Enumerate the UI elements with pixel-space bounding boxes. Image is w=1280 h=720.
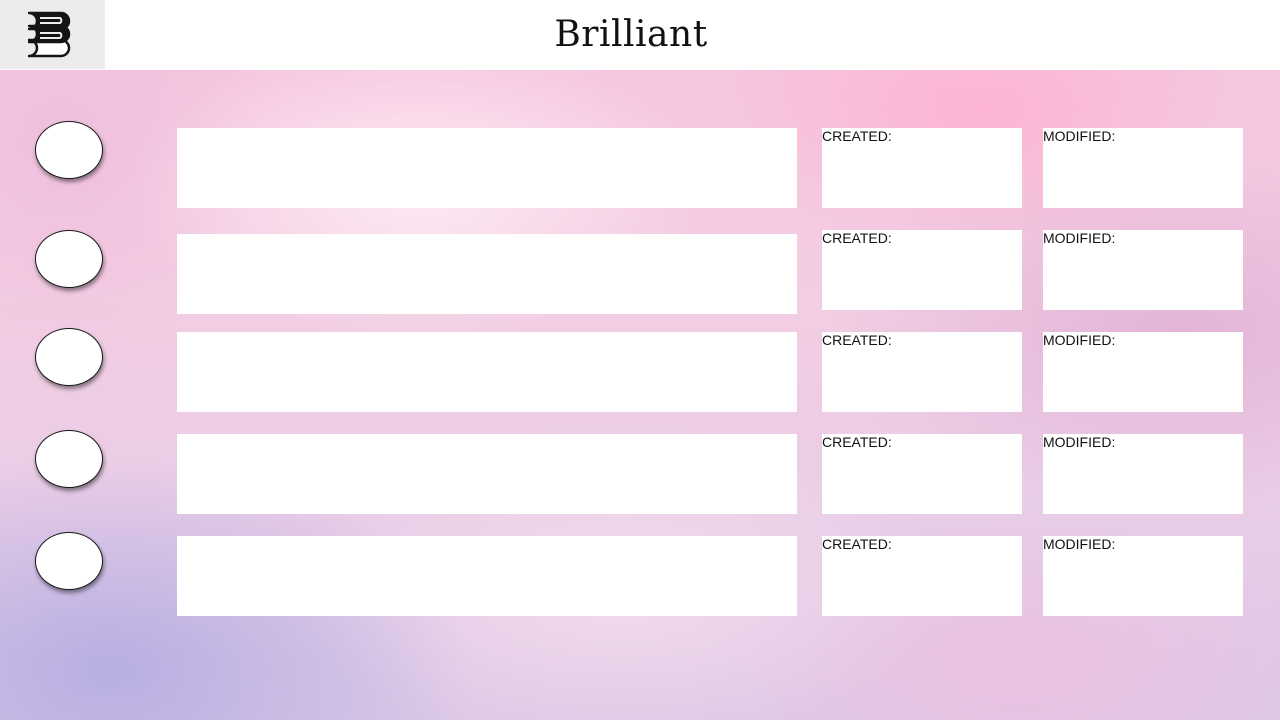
created-label: CREATED: <box>822 128 892 144</box>
entry-bullet-button[interactable] <box>35 532 103 590</box>
modified-field[interactable]: MODIFIED: <box>1043 332 1243 412</box>
books-stack-icon <box>27 11 70 57</box>
modified-label: MODIFIED: <box>1043 434 1116 450</box>
entry-bullet-button[interactable] <box>35 328 103 386</box>
entry-text-field[interactable] <box>177 128 797 208</box>
entry-text-field[interactable] <box>177 234 797 314</box>
entry-bullet-button[interactable] <box>35 230 103 288</box>
created-label: CREATED: <box>822 332 892 348</box>
app-window: Brilliant CREATED: MODIFIED: CREATED: MO… <box>0 0 1280 720</box>
logo-button[interactable] <box>0 0 105 69</box>
modified-label: MODIFIED: <box>1043 128 1116 144</box>
created-field[interactable]: CREATED: <box>822 128 1022 208</box>
created-field[interactable]: CREATED: <box>822 230 1022 310</box>
modified-field[interactable]: MODIFIED: <box>1043 434 1243 514</box>
modified-field[interactable]: MODIFIED: <box>1043 128 1243 208</box>
entry-bullet-button[interactable] <box>35 430 103 488</box>
created-field[interactable]: CREATED: <box>822 536 1022 616</box>
page-title: Brilliant <box>554 14 708 55</box>
entry-text-field[interactable] <box>177 434 797 514</box>
modified-field[interactable]: MODIFIED: <box>1043 230 1243 310</box>
modified-label: MODIFIED: <box>1043 230 1116 246</box>
entry-text-field[interactable] <box>177 536 797 616</box>
entry-bullet-button[interactable] <box>35 121 103 179</box>
created-label: CREATED: <box>822 434 892 450</box>
header-bar: Brilliant <box>0 0 1280 71</box>
entry-text-field[interactable] <box>177 332 797 412</box>
created-label: CREATED: <box>822 536 892 552</box>
created-label: CREATED: <box>822 230 892 246</box>
modified-label: MODIFIED: <box>1043 536 1116 552</box>
modified-label: MODIFIED: <box>1043 332 1116 348</box>
entries-area: CREATED: MODIFIED: CREATED: MODIFIED: CR… <box>0 70 1280 720</box>
modified-field[interactable]: MODIFIED: <box>1043 536 1243 616</box>
created-field[interactable]: CREATED: <box>822 332 1022 412</box>
created-field[interactable]: CREATED: <box>822 434 1022 514</box>
